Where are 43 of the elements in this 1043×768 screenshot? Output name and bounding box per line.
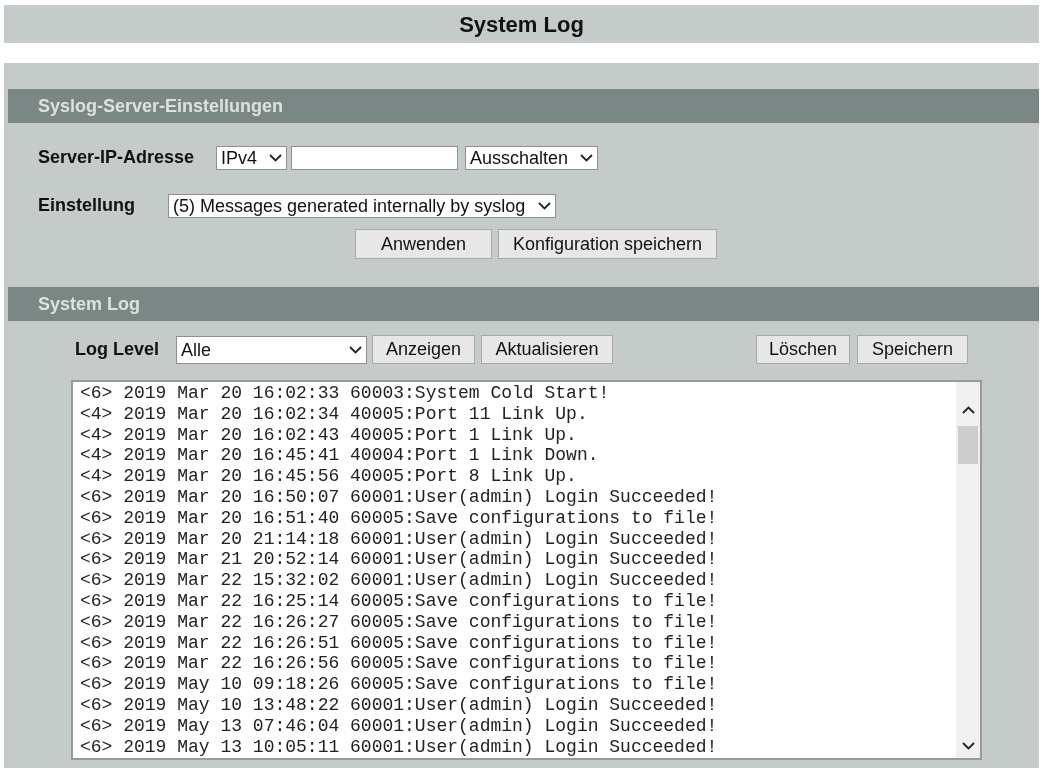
scroll-down-icon <box>961 742 975 750</box>
log-line: <6> 2019 Mar 20 21:14:18 60001:User(admin) Login Succeeded! <box>80 528 718 550</box>
log-line: <4> 2019 Mar 20 16:02:43 40005:Port 1 Link Up. <box>80 424 577 446</box>
section-header: Syslog-Server-Einstellungen <box>8 89 1039 123</box>
input-field[interactable] <box>291 145 458 170</box>
log-line: <6> 2019 Mar 20 16:51:40 60005:Save configurations to file! <box>80 507 718 529</box>
button[interactable]: Konfiguration speichern <box>498 229 717 259</box>
scroll-up-icon <box>961 406 975 414</box>
button[interactable]: Löschen <box>756 335 850 364</box>
log-line: <6> 2019 Mar 21 20:52:14 60001:User(admin) Login Succeeded! <box>80 549 718 571</box>
field-label: Log Level <box>75 338 160 361</box>
log-line: <6> 2019 Mar 20 16:02:33 60003:System Cold Start! <box>80 383 610 404</box>
log-textarea[interactable] <box>71 380 982 760</box>
log-line: <6> 2019 May 10 09:18:26 60005:Save configurations to file! <box>80 674 718 695</box>
log-line: <6> 2019 Mar 22 16:25:14 60005:Save configurations to file! <box>80 590 718 612</box>
log-line: <4> 2019 Mar 20 16:45:56 40005:Port 8 Link Up. <box>80 466 577 487</box>
button[interactable]: Anzeigen <box>372 335 475 364</box>
chevron-down-icon <box>349 345 362 354</box>
chevron-down-icon <box>580 153 593 162</box>
select-dropdown[interactable]: Alle <box>176 335 367 364</box>
log-line: <6> 2019 May 13 10:05:11 60001:User(admin) Login Succeeded! <box>80 736 718 758</box>
select-dropdown[interactable]: IPv4 <box>216 145 287 170</box>
log-line: <4> 2019 Mar 20 16:02:34 40005:Port 11 Link Up. <box>80 403 588 425</box>
log-line: <6> 2019 Mar 20 16:50:07 60001:User(admin) Login Succeeded! <box>80 487 718 508</box>
scrollbar-thumb[interactable] <box>958 426 978 464</box>
field-label: Server-IP-Adresse <box>38 146 196 169</box>
button[interactable]: Speichern <box>857 335 968 364</box>
field-label: Einstellung <box>38 194 136 217</box>
log-line: <6> 2019 Mar 22 16:26:56 60005:Save configurations to file! <box>80 653 718 675</box>
log-line: <6> 2019 May 13 07:46:04 60001:User(admin) Login Succeeded! <box>80 715 718 737</box>
button[interactable]: Aktualisieren <box>481 335 613 364</box>
chevron-down-icon <box>269 153 282 162</box>
select-dropdown[interactable]: Ausschalten <box>465 145 598 170</box>
log-line: <6> 2019 Mar 22 16:26:27 60005:Save configurations to file! <box>80 611 718 633</box>
button[interactable]: Anwenden <box>355 229 492 259</box>
log-line: <6> 2019 Mar 22 16:26:51 60005:Save configurations to file! <box>80 632 718 654</box>
section-header: System Log <box>8 287 1039 321</box>
log-line: <6> 2019 May 10 13:48:22 60001:User(admin) Login Succeeded! <box>80 694 718 716</box>
chevron-down-icon <box>538 201 551 210</box>
log-line: <6> 2019 Mar 22 15:32:02 60001:User(admin) Login Succeeded! <box>80 570 718 591</box>
title-bar: System Log <box>4 5 1039 43</box>
select-dropdown[interactable]: (5) Messages generated internally by syslog <box>168 193 556 218</box>
log-line: <4> 2019 Mar 20 16:45:41 40004:Port 1 Link Down. <box>80 445 599 467</box>
